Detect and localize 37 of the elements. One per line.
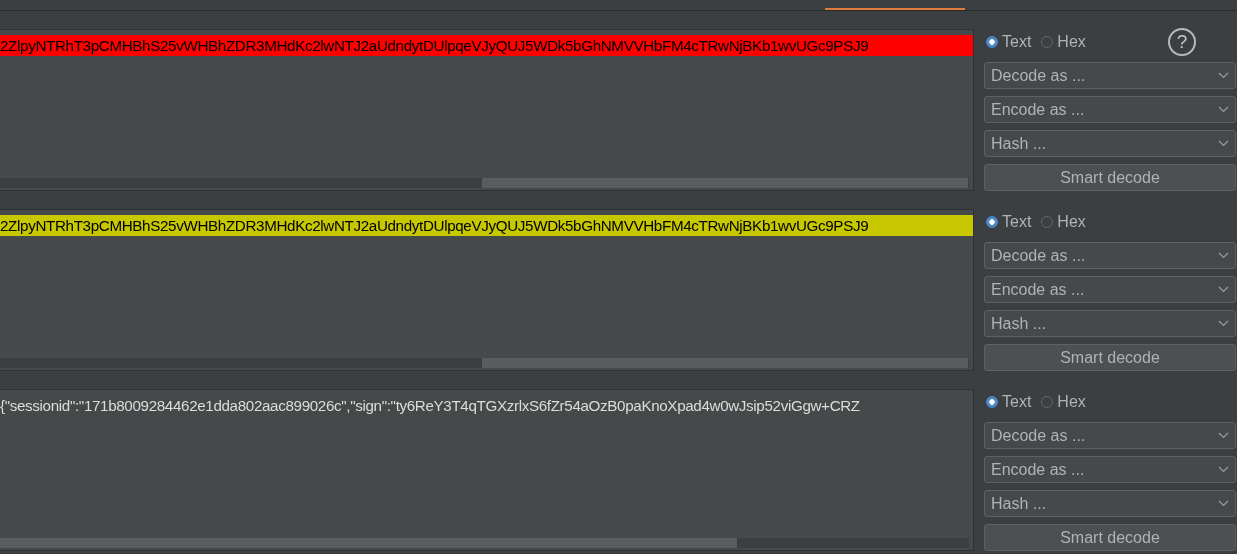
chevron-down-icon [1218,252,1229,259]
editor-text: {"sessionid":"171b8009284462e1dda802aac899026c","sign":"ty6ReY3T4qTGXzrlxS6fZr54aOzB0paKnoXpad4w0wJsip52viGgw+CRZ [0,396,861,416]
chevron-down-icon [1218,320,1229,327]
chevron-down-icon [1218,432,1229,439]
chevron-down-icon [1218,72,1229,79]
dropdown[interactable]: Hash ... [984,490,1236,517]
format-radio[interactable]: Hex [1041,393,1086,411]
chevron-down-icon [1218,140,1229,147]
editor-text: 2ZlpyNTRhT3pCMHBhS25vWHBhZDR3MHdKc2lwNTJ2aUdndytDUlpqeVJyQUJ5WDk5bGhNMVVHbFM4cTRwNjBKb1wvUGc9PSJ9 [0,215,973,236]
editor-text: 2ZlpyNTRhT3pCMHBhS25vWHBhZDR3MHdKc2lwNTJ2aUdndytDUlpqeVJyQUJ5WDk5bGhNMVVHbFM4cTRwNjBKb1wvUGc9PSJ9 [0,35,973,56]
text-editor[interactable]: 2ZlpyNTRhT3pCMHBhS25vWHBhZDR3MHdKc2lwNTJ2aUdndytDUlpqeVJyQUJ5WDk5bGhNMVVHbFM4cTRwNjBKb1wvUGc9PSJ9 [0,29,974,191]
text-editor[interactable]: {"sessionid":"171b8009284462e1dda802aac899026c","sign":"ty6ReY3T4qTGXzrlxS6fZr54aOzB0paKnoXpad4w0wJsip52viGgw+CRZ [0,389,974,551]
chevron-down-icon [1218,500,1229,507]
dropdown[interactable]: Hash ... [984,310,1236,337]
horizontal-scrollbar[interactable] [0,178,969,188]
chevron-down-icon [1218,286,1229,293]
horizontal-scrollbar[interactable] [0,358,969,368]
dropdown[interactable]: Hash ... [984,130,1236,157]
dropdown[interactable]: Decode as ... [984,422,1236,449]
smart-decode-button[interactable]: Smart decode [984,524,1236,551]
dropdown[interactable]: Decode as ... [984,242,1236,269]
smart-decode-button[interactable]: Smart decode [984,164,1236,191]
smart-decode-button[interactable]: Smart decode [984,344,1236,371]
chevron-down-icon [1218,106,1229,113]
dropdown[interactable]: Encode as ... [984,456,1236,483]
format-radio[interactable]: Text [986,213,1032,231]
dropdown[interactable]: Encode as ... [984,96,1236,123]
format-radio[interactable]: Hex [1041,33,1086,51]
format-radio[interactable]: Text [986,393,1032,411]
dropdown[interactable]: Encode as ... [984,276,1236,303]
chevron-down-icon [1218,466,1229,473]
format-radio[interactable]: Text [986,33,1032,51]
format-radio[interactable]: Hex [1041,213,1086,231]
text-editor[interactable]: 2ZlpyNTRhT3pCMHBhS25vWHBhZDR3MHdKc2lwNTJ2aUdndytDUlpqeVJyQUJ5WDk5bGhNMVVHbFM4cTRwNjBKb1wvUGc9PSJ9 [0,209,974,371]
dropdown[interactable]: Decode as ... [984,62,1236,89]
help-button[interactable]: ? [1168,28,1196,56]
horizontal-scrollbar[interactable] [0,538,969,548]
